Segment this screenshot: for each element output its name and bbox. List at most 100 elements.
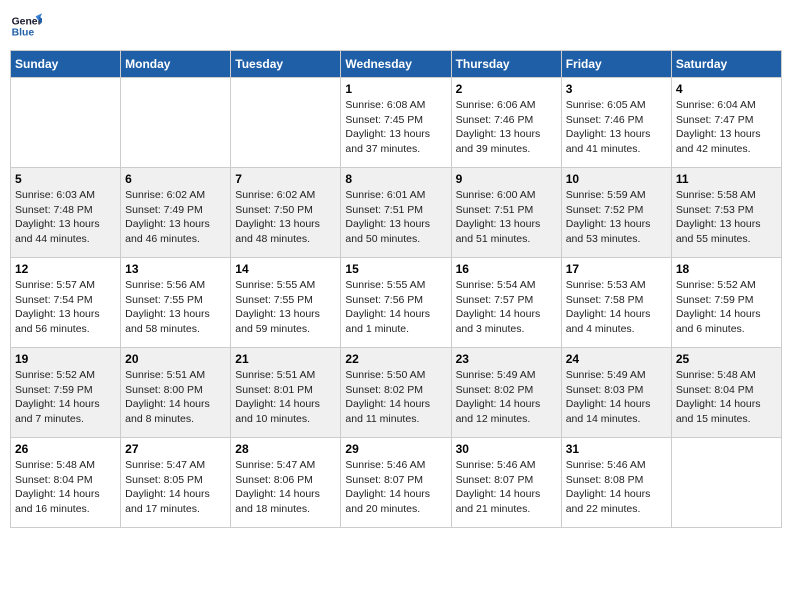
day-info: Sunrise: 5:52 AM Sunset: 7:59 PM Dayligh… [676,278,777,337]
day-info: Sunrise: 5:53 AM Sunset: 7:58 PM Dayligh… [566,278,667,337]
week-row-5: 26Sunrise: 5:48 AM Sunset: 8:04 PM Dayli… [11,438,782,528]
day-number: 19 [15,352,116,366]
calendar-cell: 24 Sunrise: 5:49 AM Sunset: 8:03 PM Dayli… [561,348,671,438]
calendar-cell: 14 Sunrise: 5:55 AM Sunset: 7:55 PM Dayli… [231,258,341,348]
day-number: 10 [566,172,667,186]
day-info: Sunrise: 6:04 AM Sunset: 7:47 PM Dayligh… [676,98,777,157]
day-number: 1 [345,82,446,96]
weekday-header-tuesday: Tuesday [231,51,341,78]
day-number: 29 [345,442,446,456]
calendar-cell: 29 Sunrise: 5:46 AM Sunset: 8:07 PM Dayli… [341,438,451,528]
day-info: Sunrise: 5:55 AM Sunset: 7:56 PM Dayligh… [345,278,446,337]
day-info: Sunrise: 5:48 AM Sunset: 8:04 PM Dayligh… [15,458,116,517]
day-number: 5 [15,172,116,186]
day-number: 2 [456,82,557,96]
weekday-header-wednesday: Wednesday [341,51,451,78]
day-number: 4 [676,82,777,96]
calendar-cell: 22 Sunrise: 5:50 AM Sunset: 8:02 PM Dayli… [341,348,451,438]
day-info: Sunrise: 6:08 AM Sunset: 7:45 PM Dayligh… [345,98,446,157]
day-info: Sunrise: 6:06 AM Sunset: 7:46 PM Dayligh… [456,98,557,157]
day-number: 7 [235,172,336,186]
week-row-1: 1 Sunrise: 6:08 AM Sunset: 7:45 PM Daylig… [11,78,782,168]
calendar-cell: 13 Sunrise: 5:56 AM Sunset: 7:55 PM Dayli… [121,258,231,348]
calendar-cell: 26Sunrise: 5:48 AM Sunset: 8:04 PM Dayli… [11,438,121,528]
calendar-cell: 18Sunrise: 5:52 AM Sunset: 7:59 PM Dayli… [671,258,781,348]
day-number: 13 [125,262,226,276]
day-info: Sunrise: 5:49 AM Sunset: 8:03 PM Dayligh… [566,368,667,427]
week-row-3: 12Sunrise: 5:57 AM Sunset: 7:54 PM Dayli… [11,258,782,348]
day-number: 31 [566,442,667,456]
calendar-cell: 6Sunrise: 6:02 AM Sunset: 7:49 PM Daylig… [121,168,231,258]
day-number: 27 [125,442,226,456]
day-info: Sunrise: 6:00 AM Sunset: 7:51 PM Dayligh… [456,188,557,247]
calendar-cell: 7 Sunrise: 6:02 AM Sunset: 7:50 PM Daylig… [231,168,341,258]
day-info: Sunrise: 5:52 AM Sunset: 7:59 PM Dayligh… [15,368,116,427]
day-number: 22 [345,352,446,366]
day-number: 14 [235,262,336,276]
day-info: Sunrise: 5:55 AM Sunset: 7:55 PM Dayligh… [235,278,336,337]
day-info: Sunrise: 5:58 AM Sunset: 7:53 PM Dayligh… [676,188,777,247]
day-info: Sunrise: 5:56 AM Sunset: 7:55 PM Dayligh… [125,278,226,337]
day-number: 8 [345,172,446,186]
day-info: Sunrise: 5:50 AM Sunset: 8:02 PM Dayligh… [345,368,446,427]
calendar-cell: 8 Sunrise: 6:01 AM Sunset: 7:51 PM Daylig… [341,168,451,258]
calendar-cell [11,78,121,168]
day-number: 6 [125,172,226,186]
week-row-2: 5 Sunrise: 6:03 AM Sunset: 7:48 PM Daylig… [11,168,782,258]
calendar-cell: 19 Sunrise: 5:52 AM Sunset: 7:59 PM Dayli… [11,348,121,438]
calendar-cell: 10 Sunrise: 5:59 AM Sunset: 7:52 PM Dayli… [561,168,671,258]
day-number: 30 [456,442,557,456]
day-number: 16 [456,262,557,276]
weekday-header-saturday: Saturday [671,51,781,78]
calendar-cell: 21 Sunrise: 5:51 AM Sunset: 8:01 PM Dayli… [231,348,341,438]
calendar-cell: 16 Sunrise: 5:54 AM Sunset: 7:57 PM Dayli… [451,258,561,348]
weekday-header-friday: Friday [561,51,671,78]
day-number: 21 [235,352,336,366]
day-info: Sunrise: 5:47 AM Sunset: 8:06 PM Dayligh… [235,458,336,517]
calendar-cell: 1 Sunrise: 6:08 AM Sunset: 7:45 PM Daylig… [341,78,451,168]
day-number: 25 [676,352,777,366]
calendar-cell: 30 Sunrise: 5:46 AM Sunset: 8:07 PM Dayli… [451,438,561,528]
day-number: 24 [566,352,667,366]
calendar-table: SundayMondayTuesdayWednesdayThursdayFrid… [10,50,782,528]
calendar-cell: 12Sunrise: 5:57 AM Sunset: 7:54 PM Dayli… [11,258,121,348]
day-number: 11 [676,172,777,186]
calendar-cell: 23Sunrise: 5:49 AM Sunset: 8:02 PM Dayli… [451,348,561,438]
calendar-cell: 17 Sunrise: 5:53 AM Sunset: 7:58 PM Dayli… [561,258,671,348]
weekday-header-sunday: Sunday [11,51,121,78]
day-info: Sunrise: 6:02 AM Sunset: 7:50 PM Dayligh… [235,188,336,247]
day-info: Sunrise: 5:47 AM Sunset: 8:05 PM Dayligh… [125,458,226,517]
day-info: Sunrise: 5:59 AM Sunset: 7:52 PM Dayligh… [566,188,667,247]
calendar-cell [121,78,231,168]
calendar-cell [671,438,781,528]
day-info: Sunrise: 6:01 AM Sunset: 7:51 PM Dayligh… [345,188,446,247]
weekday-header-thursday: Thursday [451,51,561,78]
calendar-cell: 2 Sunrise: 6:06 AM Sunset: 7:46 PM Daylig… [451,78,561,168]
calendar-cell [231,78,341,168]
day-info: Sunrise: 5:49 AM Sunset: 8:02 PM Dayligh… [456,368,557,427]
calendar-cell: 15Sunrise: 5:55 AM Sunset: 7:56 PM Dayli… [341,258,451,348]
day-info: Sunrise: 5:54 AM Sunset: 7:57 PM Dayligh… [456,278,557,337]
day-number: 20 [125,352,226,366]
day-number: 9 [456,172,557,186]
weekday-header-row: SundayMondayTuesdayWednesdayThursdayFrid… [11,51,782,78]
svg-text:Blue: Blue [12,28,35,39]
calendar-cell: 28Sunrise: 5:47 AM Sunset: 8:06 PM Dayli… [231,438,341,528]
day-info: Sunrise: 5:51 AM Sunset: 8:01 PM Dayligh… [235,368,336,427]
day-number: 12 [15,262,116,276]
day-info: Sunrise: 6:05 AM Sunset: 7:46 PM Dayligh… [566,98,667,157]
calendar-cell: 20Sunrise: 5:51 AM Sunset: 8:00 PM Dayli… [121,348,231,438]
calendar-cell: 11 Sunrise: 5:58 AM Sunset: 7:53 PM Dayli… [671,168,781,258]
calendar-cell: 3Sunrise: 6:05 AM Sunset: 7:46 PM Daylig… [561,78,671,168]
weekday-header-monday: Monday [121,51,231,78]
calendar-cell: 4 Sunrise: 6:04 AM Sunset: 7:47 PM Daylig… [671,78,781,168]
day-info: Sunrise: 5:46 AM Sunset: 8:07 PM Dayligh… [345,458,446,517]
logo-icon: General Blue [10,10,42,42]
day-info: Sunrise: 6:03 AM Sunset: 7:48 PM Dayligh… [15,188,116,247]
week-row-4: 19 Sunrise: 5:52 AM Sunset: 7:59 PM Dayli… [11,348,782,438]
calendar-cell: 9 Sunrise: 6:00 AM Sunset: 7:51 PM Daylig… [451,168,561,258]
calendar-cell: 25 Sunrise: 5:48 AM Sunset: 8:04 PM Dayli… [671,348,781,438]
day-number: 17 [566,262,667,276]
day-info: Sunrise: 5:48 AM Sunset: 8:04 PM Dayligh… [676,368,777,427]
day-info: Sunrise: 5:46 AM Sunset: 8:07 PM Dayligh… [456,458,557,517]
